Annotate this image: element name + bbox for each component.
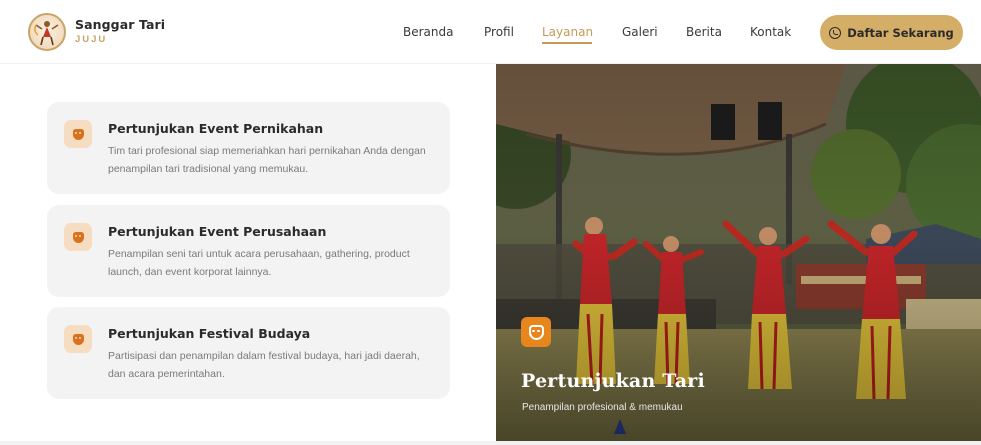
theater-mask-icon (64, 120, 92, 148)
nav-galeri[interactable]: Galeri (622, 25, 658, 39)
hero-subtitle: Penampilan profesional & memukau (522, 402, 683, 413)
section-divider (0, 441, 981, 445)
register-button-label: Daftar Sekarang (847, 25, 954, 40)
brand-name: Sanggar Tari (75, 17, 166, 32)
service-description: Penampilan seni tari untuk acara perusah… (108, 248, 410, 278)
service-description: Partisipasi dan penampilan dalam festiva… (108, 350, 420, 380)
logo[interactable] (28, 13, 66, 51)
nav-active-underline (542, 42, 592, 44)
nav-layanan[interactable]: Layanan (542, 25, 593, 39)
dancer-logo-icon (34, 21, 59, 46)
nav-berita[interactable]: Berita (686, 25, 722, 39)
service-card-wedding[interactable]: Pertunjukan Event Pernikahan Tim tari pr… (47, 102, 450, 194)
nav-beranda[interactable]: Beranda (403, 25, 453, 39)
service-card-corporate[interactable]: Pertunjukan Event Perusahaan Penampilan … (47, 205, 450, 297)
nav-kontak[interactable]: Kontak (750, 25, 791, 39)
service-description: Tim tari profesional siap memeriahkan ha… (108, 145, 426, 175)
service-title: Pertunjukan Festival Budaya (108, 326, 311, 341)
theater-mask-icon (521, 317, 551, 347)
hero-title: Pertunjukan Tari (521, 370, 705, 392)
hero-image-panel: Pertunjukan Tari Penampilan profesional … (496, 64, 981, 441)
service-title: Pertunjukan Event Pernikahan (108, 121, 324, 136)
site-header: Sanggar Tari JUJU Beranda Profil Layanan… (0, 0, 981, 64)
brand[interactable]: Sanggar Tari JUJU (75, 17, 165, 45)
service-card-festival[interactable]: Pertunjukan Festival Budaya Partisipasi … (47, 307, 450, 399)
service-title: Pertunjukan Event Perusahaan (108, 224, 327, 239)
nav-profil[interactable]: Profil (484, 25, 514, 39)
register-button[interactable]: Daftar Sekarang (820, 15, 963, 50)
theater-mask-icon (64, 325, 92, 353)
brand-subtitle: JUJU (75, 34, 108, 45)
theater-mask-icon (64, 223, 92, 251)
whatsapp-icon (829, 26, 842, 39)
